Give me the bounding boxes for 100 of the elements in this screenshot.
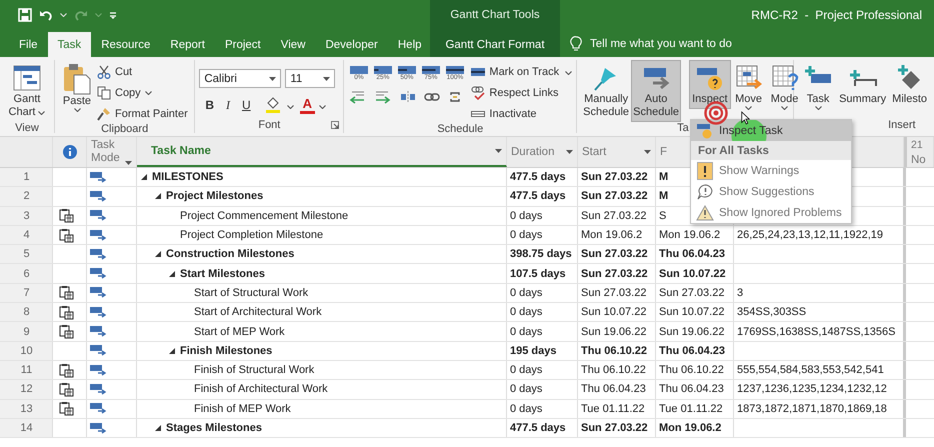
unlink-icon[interactable] — [448, 90, 462, 104]
auto-scheduled-icon — [90, 190, 107, 202]
copy-button[interactable]: Copy — [97, 83, 188, 102]
font-name-field[interactable]: Calibri — [199, 69, 282, 88]
finish-date-cell: Thu 06.04.23 — [659, 248, 726, 260]
start-date-cell: Sun 19.06.22 — [581, 326, 646, 338]
collapse-triangle-icon[interactable] — [155, 193, 161, 200]
paintbrush-icon — [97, 106, 111, 120]
tell-me-field[interactable]: Tell me what you want to do — [590, 38, 732, 50]
duration-cell: 0 days — [510, 229, 542, 242]
task-name-cell: MILESTONES — [152, 171, 224, 184]
ribbon-tab[interactable]: Task — [48, 32, 92, 57]
predecessors-cell: 1237,1236,1235,1234,1232,12 — [737, 383, 887, 396]
filter-arrow-icon[interactable] — [125, 161, 132, 165]
finish-date-cell: Sun 10.07.22 — [659, 268, 726, 280]
duration-cell: 0 days — [510, 306, 542, 318]
start-date-cell: Mon 19.06.2 — [581, 229, 642, 242]
inactive-bar-icon — [471, 108, 486, 118]
column-header[interactable]: Start — [582, 146, 606, 158]
mark-on-track-button[interactable]: Mark on Track — [471, 62, 572, 81]
clipboard-icon — [62, 63, 92, 95]
bold-button[interactable]: B — [199, 95, 220, 115]
row-number: 3 — [23, 210, 30, 222]
finish-date-cell: Tue 01.11.22 — [659, 402, 723, 415]
collapse-triangle-icon[interactable] — [169, 348, 175, 354]
collapse-triangle-icon[interactable] — [169, 270, 175, 277]
ribbon-tab[interactable]: Project — [214, 32, 271, 57]
column-header[interactable]: F — [660, 146, 668, 158]
task-name-cell: Finish of MEP Work — [194, 402, 291, 415]
filter-arrow-icon[interactable] — [644, 150, 651, 154]
column-header[interactable]: Task Mode — [91, 139, 121, 165]
ribbon-tab[interactable]: Developer — [315, 32, 388, 57]
ribbon-tab[interactable]: View — [270, 32, 316, 57]
group-label: View — [15, 122, 39, 134]
lightbulb-icon — [570, 36, 582, 51]
calendar-question-icon — [770, 63, 800, 93]
insert-button[interactable]: Milesto — [889, 60, 930, 109]
dropdown-arrow-icon — [125, 161, 132, 165]
customize-menu-icon[interactable] — [109, 11, 117, 19]
duration-cell: 0 days — [510, 286, 542, 299]
ribbon-tab[interactable]: Report — [160, 32, 215, 57]
collapse-triangle-icon[interactable] — [155, 251, 161, 258]
gantt-chart-icon — [12, 63, 42, 93]
dialog-launcher-icon[interactable] — [331, 121, 340, 129]
task-mode-button[interactable]: Inspect — [689, 60, 731, 109]
save-icon[interactable] — [18, 8, 32, 22]
predecessors-cell: 1873,1872,1871,1870,1869,18 — [737, 402, 887, 415]
task-bar-icon — [422, 66, 440, 74]
finish-date-cell: M — [659, 190, 668, 202]
auto-scheduled-icon — [90, 384, 107, 395]
menu-item[interactable]: Show Warnings — [691, 160, 851, 181]
paste-button[interactable]: Paste — [59, 60, 95, 115]
font-size-field[interactable]: 11 — [285, 69, 336, 88]
start-date-cell: Sun 27.03.22 — [581, 171, 648, 184]
finish-date-cell: Sun 10.07.22 — [659, 306, 724, 318]
format-painter-button[interactable]: Format Painter — [97, 104, 188, 123]
start-date-cell: Sun 27.03.22 — [581, 190, 648, 202]
duration-cell: 0 days — [510, 210, 542, 222]
split-task-icon[interactable] — [400, 90, 416, 104]
inactivate-button[interactable]: Inactivate — [471, 104, 572, 123]
filter-arrow-icon[interactable] — [495, 149, 502, 153]
font-color-button[interactable]: A — [300, 96, 316, 114]
column-header[interactable]: Duration — [511, 146, 554, 158]
column-header[interactable]: Task Name — [151, 145, 211, 157]
collapse-triangle-icon[interactable] — [141, 174, 147, 180]
highlight-color-icon[interactable] — [264, 97, 281, 113]
task-mode-button[interactable]: Manually Schedule — [581, 60, 632, 122]
finish-date-cell: Thu 06.04.23 — [659, 344, 726, 357]
caret-icon — [814, 106, 822, 110]
row-number: 4 — [23, 229, 30, 242]
ribbon-tab[interactable]: Help — [388, 32, 432, 57]
predecessors-cell: 26,25,24,23,13,12,11,1922,19 — [737, 229, 883, 242]
filter-arrow-icon[interactable] — [566, 150, 573, 154]
underline-button[interactable]: U — [236, 95, 257, 115]
task-name-cell: Start of Structural Work — [194, 286, 308, 299]
task-mode-button[interactable]: Move — [730, 60, 767, 113]
menu-item[interactable]: Show Suggestions — [691, 181, 851, 202]
start-date-cell: Sun 10.07.22 — [581, 306, 646, 318]
insert-button[interactable]: Task — [800, 60, 836, 113]
duration-cell: 0 days — [510, 383, 542, 396]
insert-button[interactable]: Summary — [836, 60, 890, 109]
task-mode-button[interactable]: Auto Schedule — [631, 60, 682, 122]
menu-item[interactable]: Show Ignored Problems — [691, 202, 851, 223]
ribbon-tab[interactable]: Resource — [91, 32, 160, 57]
cut-button[interactable]: Cut — [97, 62, 188, 81]
indent-icon[interactable] — [374, 90, 392, 104]
task-mode-button[interactable]: Mode — [766, 60, 803, 113]
auto-scheduled-icon — [90, 306, 107, 318]
duration-cell: 107.5 days — [510, 268, 566, 280]
dropdown-arrow-icon — [495, 149, 502, 153]
undo-icon[interactable] — [39, 8, 53, 22]
respect-links-button[interactable]: Respect Links — [471, 83, 572, 102]
ribbon-tab[interactable]: File — [9, 32, 48, 57]
gantt-chart-button[interactable]: Gantt Chart — [4, 60, 50, 122]
task-name-cell: Finish Milestones — [180, 344, 272, 357]
collapse-triangle-icon[interactable] — [155, 425, 161, 431]
outdent-icon[interactable] — [348, 90, 366, 104]
task-name-cell: Start of MEP Work — [194, 326, 285, 338]
italic-button[interactable]: I — [220, 95, 236, 115]
duration-cell: 195 days — [510, 344, 556, 357]
